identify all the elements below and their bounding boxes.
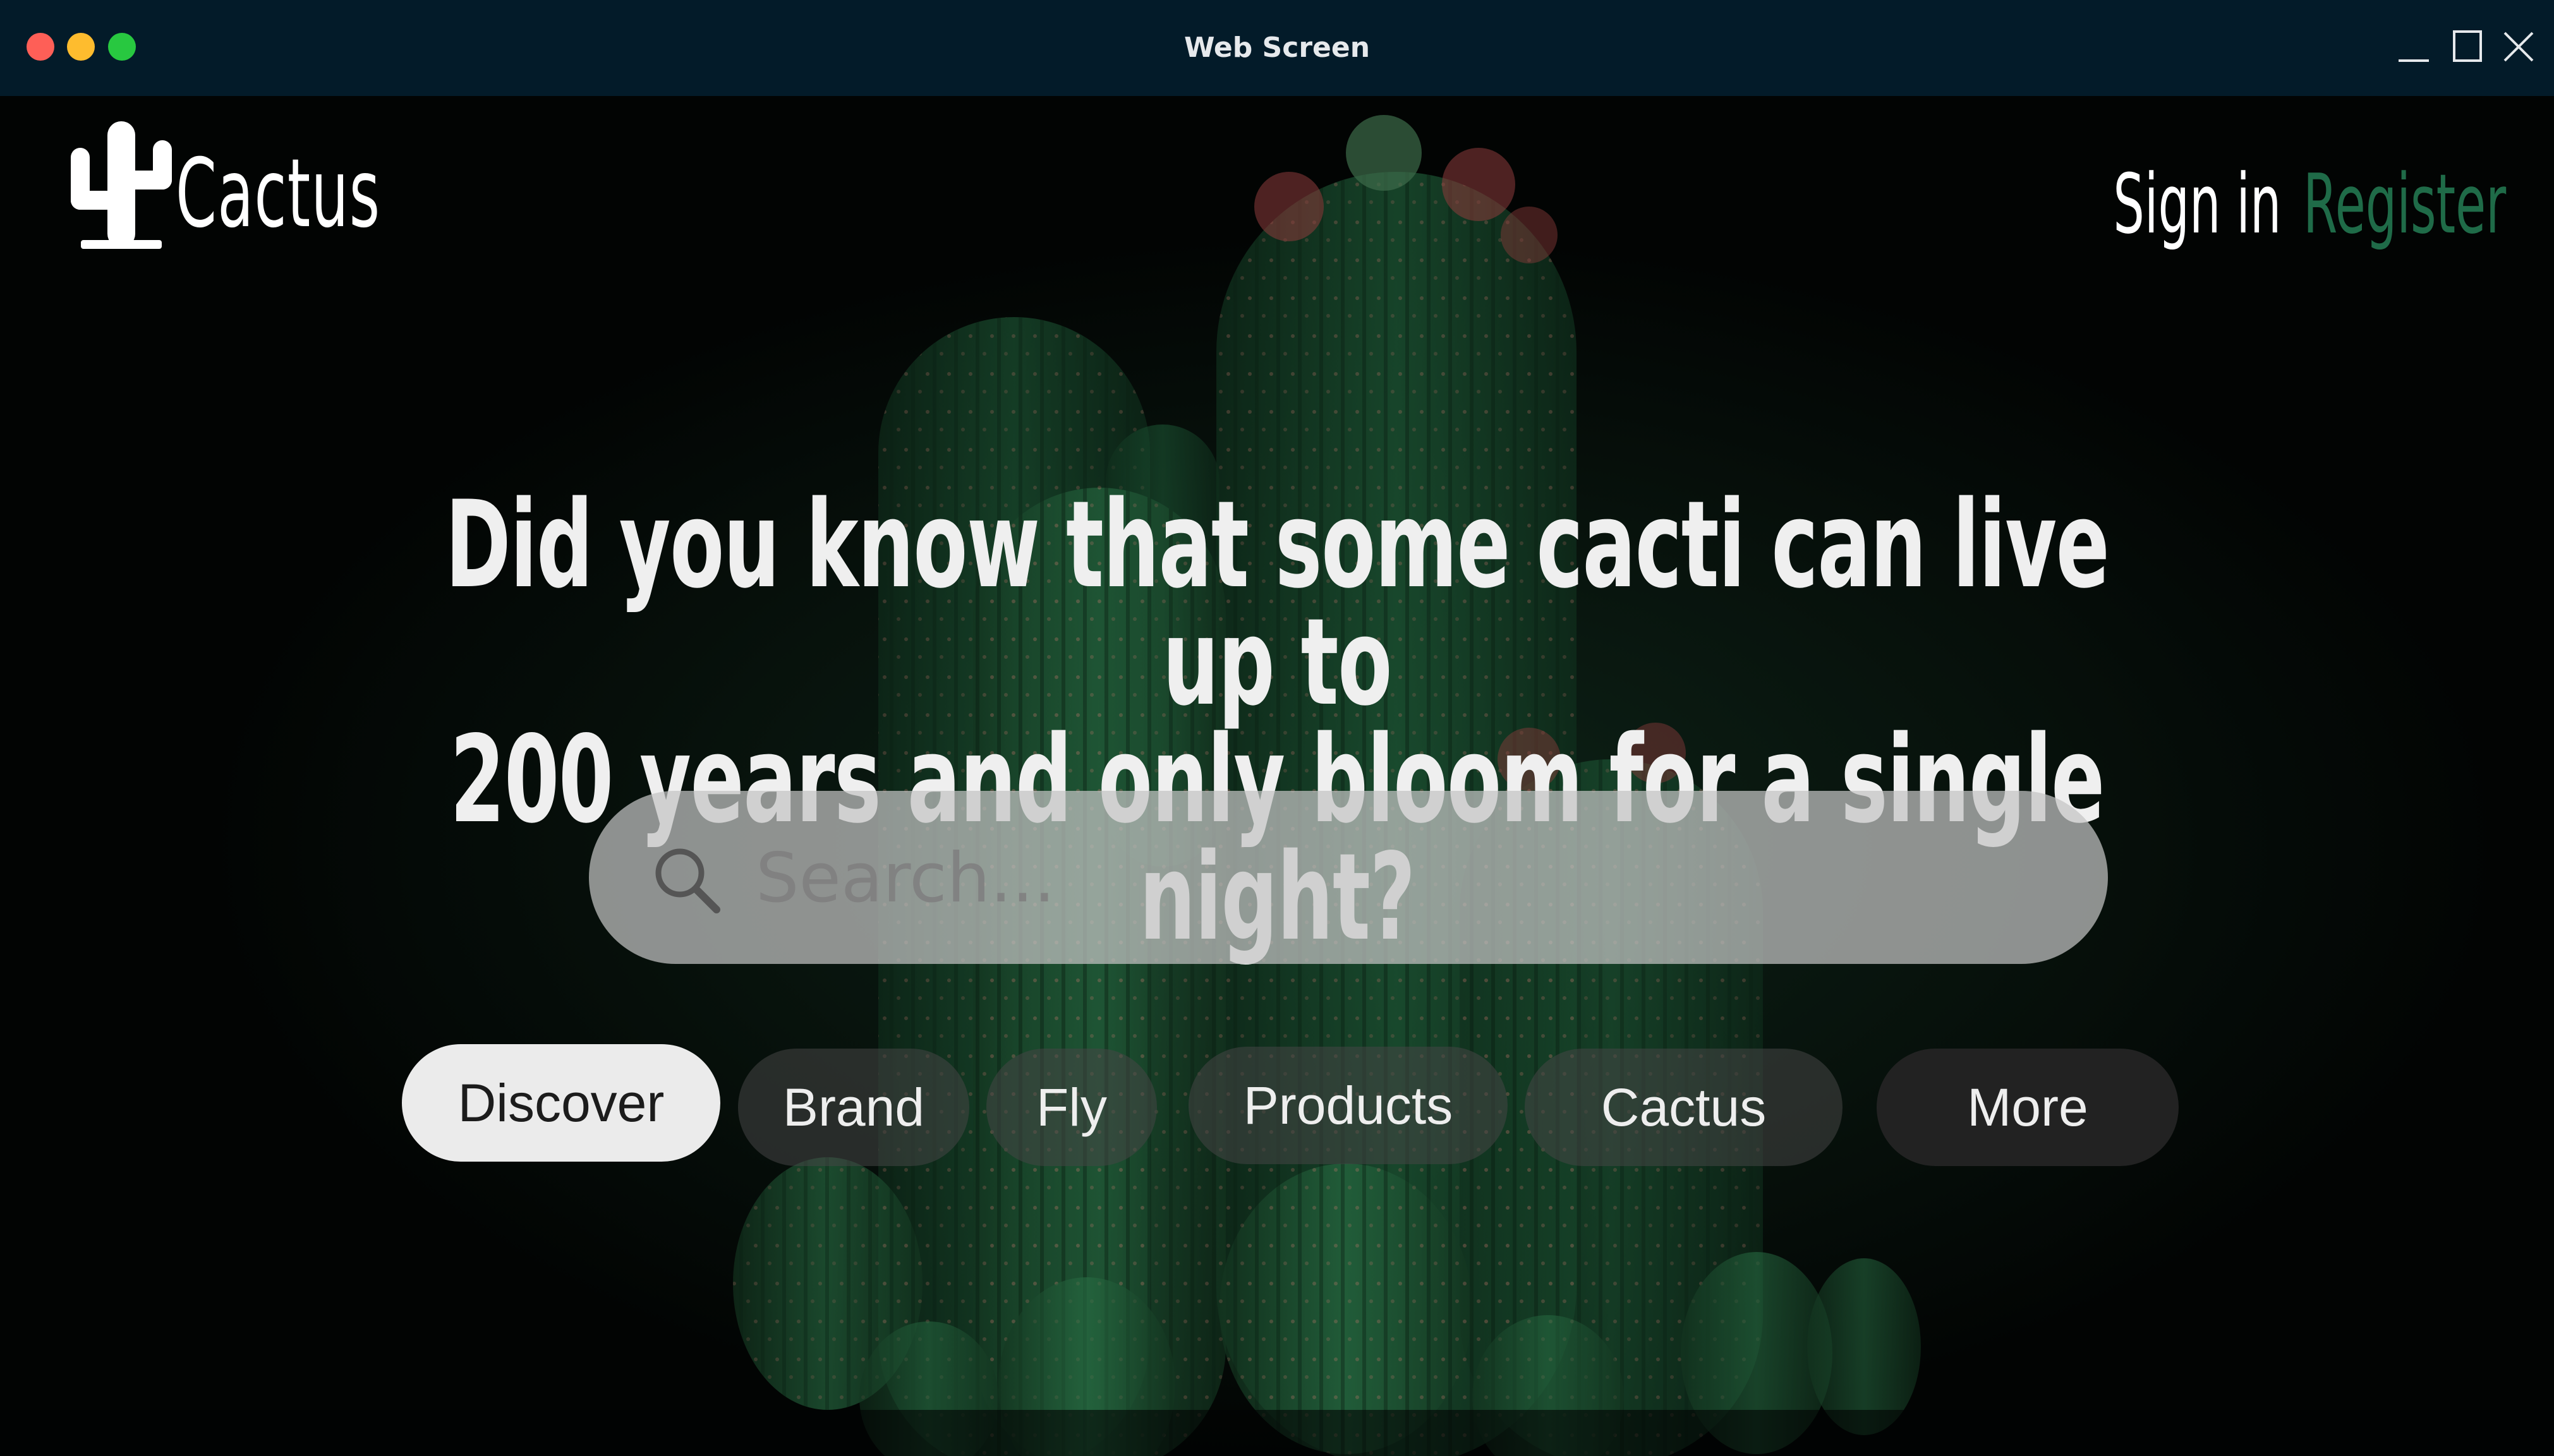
hero-headline-line1: Did you know that some cacti can live up…	[445, 475, 2110, 732]
close-icon[interactable]	[2500, 28, 2538, 66]
search-input[interactable]	[754, 824, 2046, 932]
category-pill-fly[interactable]: Fly	[986, 1049, 1157, 1166]
minimize-icon[interactable]	[2395, 28, 2433, 66]
category-pill-discover[interactable]: Discover	[402, 1044, 720, 1162]
more-button[interactable]: More	[1877, 1049, 2179, 1166]
search-bar[interactable]	[589, 791, 2108, 964]
register-link[interactable]: Register	[2303, 153, 2506, 255]
window-title: Web Screen	[1183, 32, 1371, 64]
sign-in-link[interactable]: Sign in	[2114, 153, 2282, 255]
search-icon	[655, 848, 720, 913]
brand-logo[interactable]: Cactus	[68, 115, 422, 260]
category-pill-cactus[interactable]: Cactus	[1525, 1049, 1843, 1166]
cactus-logo-icon	[71, 121, 172, 249]
auth-links: Sign in Register	[2001, 144, 2506, 264]
hero-page: Cactus Sign in Register Did you know tha…	[0, 96, 2554, 1456]
brand-name: Cactus	[176, 139, 381, 249]
maximize-icon[interactable]	[2449, 28, 2487, 66]
window-titlebar: Web Screen	[0, 0, 2554, 96]
category-pill-brand[interactable]: Brand	[738, 1049, 969, 1166]
category-pill-products[interactable]: Products	[1189, 1047, 1508, 1164]
